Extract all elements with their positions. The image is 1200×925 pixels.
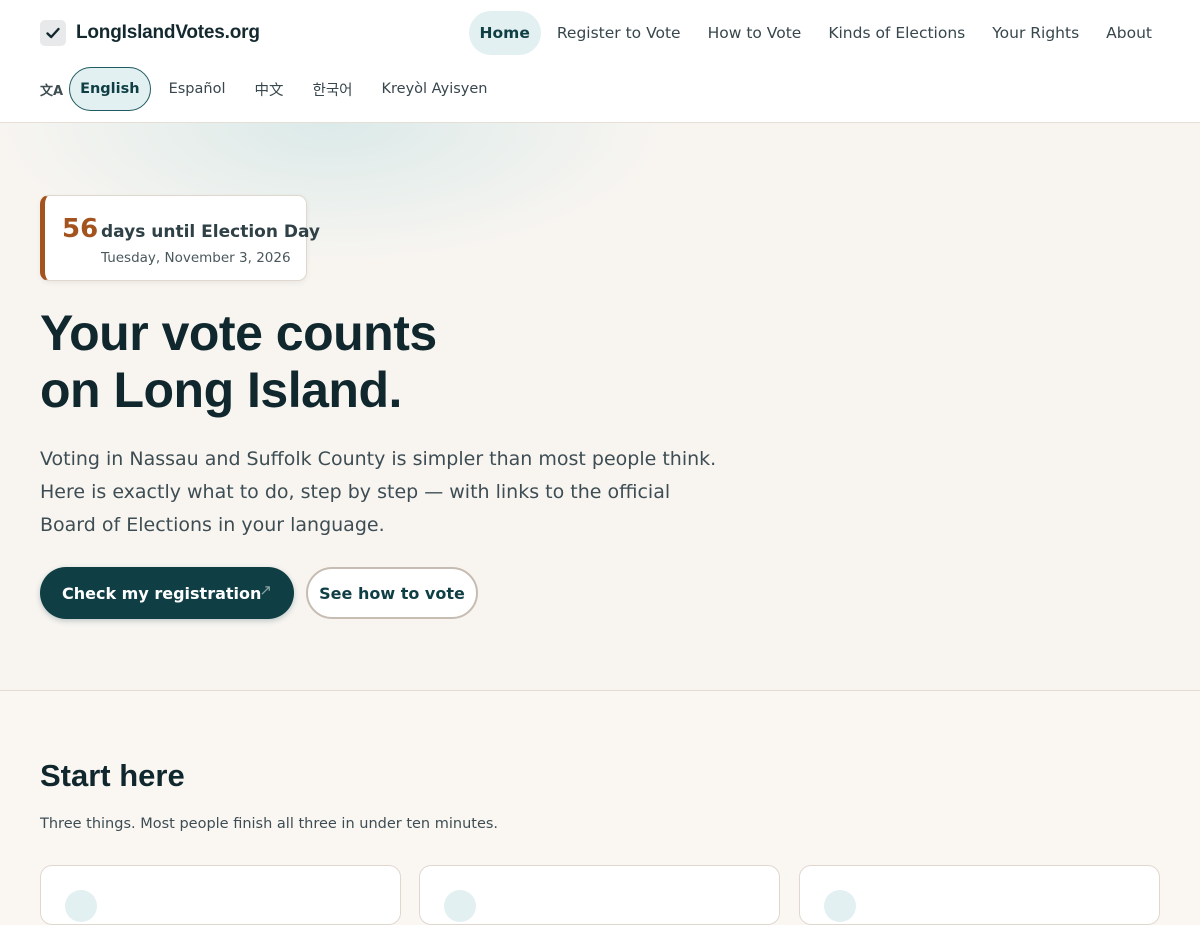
lang-chinese[interactable]: 中文 <box>243 67 294 111</box>
check-registration-label: Check my registration <box>62 583 262 603</box>
start-card-3[interactable] <box>799 865 1160 925</box>
start-here-subtitle: Three things. Most people finish all thr… <box>40 816 499 832</box>
lang-espanol[interactable]: Español <box>158 67 237 111</box>
hero-title-line-1: Your vote counts <box>40 305 437 361</box>
check-registration-button[interactable]: Check my registration ↗ <box>40 567 294 619</box>
hero-description: Voting in Nassau and Suffolk County is s… <box>40 448 717 536</box>
nav-your-rights[interactable]: Your Rights <box>981 11 1090 55</box>
lang-korean[interactable]: 한국어 <box>301 67 363 111</box>
start-here-title: Start here <box>40 758 185 793</box>
external-link-icon: ↗ <box>259 581 272 599</box>
translate-icon: 文A <box>40 83 64 99</box>
hero-title-line-2: on Long Island. <box>40 362 402 418</box>
lang-english[interactable]: English <box>69 67 151 111</box>
brand-name: LongIslandVotes.org <box>76 22 260 43</box>
step-badge <box>65 890 97 922</box>
start-card-2[interactable] <box>419 865 780 925</box>
nav-register-to-vote[interactable]: Register to Vote <box>546 11 692 55</box>
step-badge <box>444 890 476 922</box>
start-card-1[interactable] <box>40 865 401 925</box>
step-badge <box>824 890 856 922</box>
nav-kinds-of-elections[interactable]: Kinds of Elections <box>817 11 976 55</box>
election-date: Tuesday, November 3, 2026 <box>101 250 291 266</box>
check-icon <box>40 20 66 46</box>
see-how-to-vote-button[interactable]: See how to vote <box>306 567 478 619</box>
nav-how-to-vote[interactable]: How to Vote <box>697 11 813 55</box>
hero-title: Your vote counts on Long Island. <box>40 305 740 419</box>
site-header: LongIslandVotes.org Home Register to Vot… <box>0 0 1200 123</box>
hero-section: 56 days until Election Day Tuesday, Nove… <box>0 123 1200 691</box>
election-countdown: 56 days until Election Day Tuesday, Nove… <box>40 195 320 281</box>
nav-about[interactable]: About <box>1095 11 1163 55</box>
countdown-days: 56 <box>62 214 99 244</box>
main-nav: Home Register to Vote How to Vote Kinds … <box>468 11 1163 55</box>
brand-logo-link[interactable]: LongIslandVotes.org <box>40 20 260 46</box>
nav-home[interactable]: Home <box>468 11 541 55</box>
language-switcher: 文A English Español 中文 한국어 Kreyòl Ayisyen <box>40 67 505 111</box>
countdown-label: days until Election Day <box>101 222 320 242</box>
lang-haitian-creole[interactable]: Kreyòl Ayisyen <box>371 67 499 111</box>
